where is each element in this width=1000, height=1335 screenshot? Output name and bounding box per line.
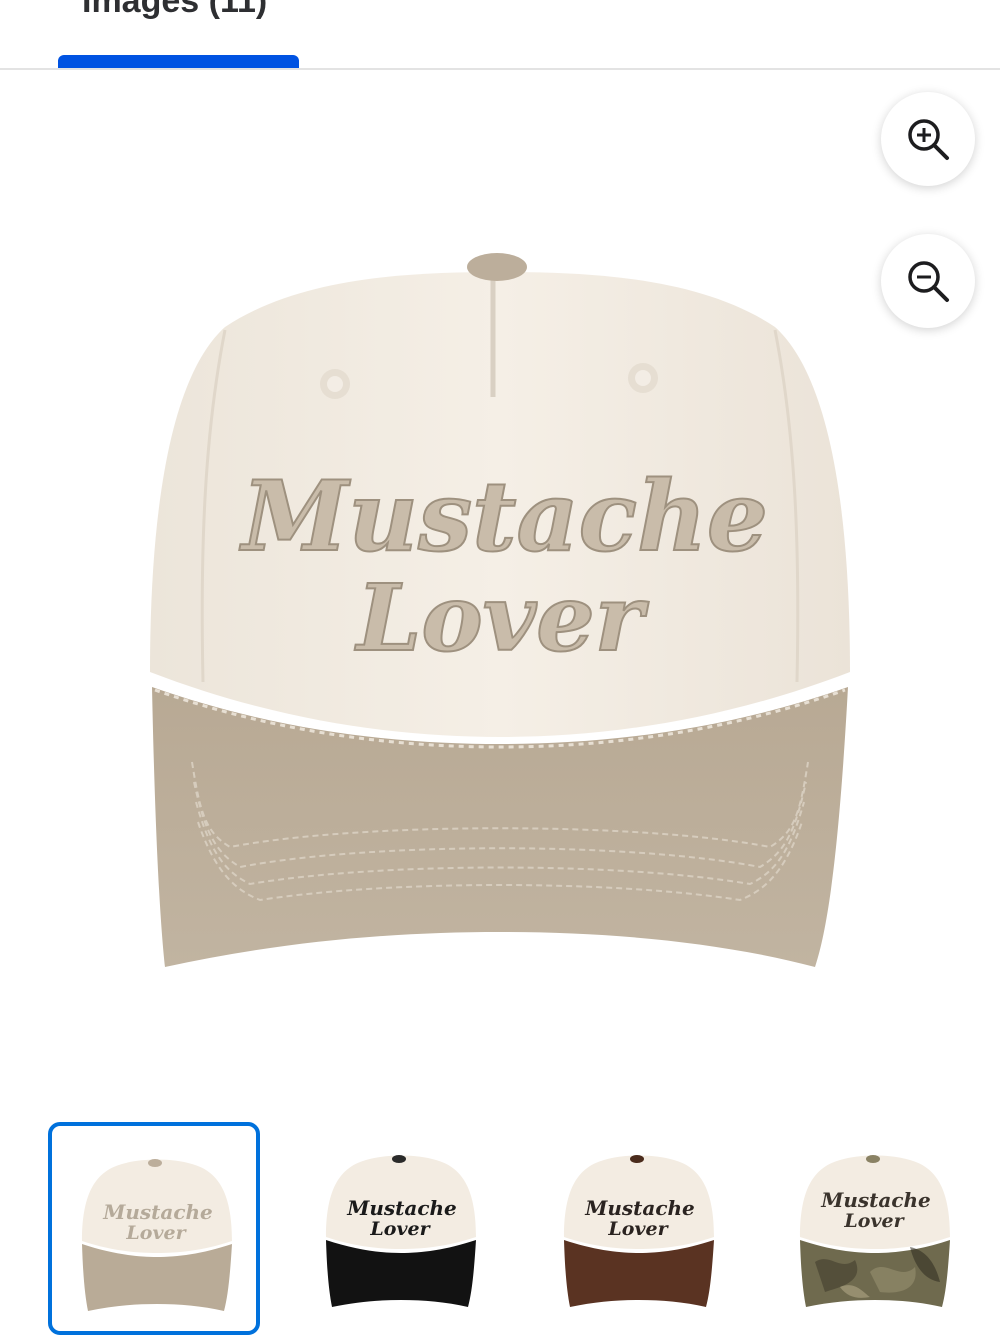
thumbnail-strip: Mustache Lover Mustache Lover Mustache L… xyxy=(0,1120,1000,1335)
zoom-in-icon xyxy=(908,119,949,160)
thumbnail-4[interactable]: Mustache Lover xyxy=(770,1122,982,1335)
thumbnail-4-image: Mustache Lover xyxy=(800,1155,950,1307)
thumbnail-1-line2: Lover xyxy=(125,1222,187,1244)
thumbnail-4-line1: Mustache xyxy=(820,1188,931,1212)
tab-active-indicator xyxy=(58,55,299,68)
thumbnail-3[interactable]: Mustache Lover xyxy=(534,1122,746,1335)
thumbnail-2-line2: Lover xyxy=(369,1218,431,1240)
embroidery-line1: Mustache xyxy=(239,460,768,573)
embroidery-line2: Lover xyxy=(354,564,650,672)
main-image-viewer[interactable]: Mustache Lover xyxy=(0,72,1000,1112)
tab-images[interactable]: Images (11) xyxy=(58,0,299,68)
thumbnail-1[interactable]: Mustache Lover xyxy=(48,1122,260,1335)
thumbnail-3-image: Mustache Lover xyxy=(564,1155,714,1307)
thumbnail-1-image: Mustache Lover xyxy=(82,1159,232,1311)
zoom-in-button[interactable] xyxy=(881,92,975,186)
zoom-out-icon xyxy=(908,261,949,302)
zoom-out-button[interactable] xyxy=(881,234,975,328)
thumbnail-3-line1: Mustache xyxy=(584,1196,695,1220)
thumbnail-2-image: Mustache Lover xyxy=(326,1155,476,1307)
thumbnail-3-line2: Lover xyxy=(607,1218,669,1240)
gallery-tabbar: Images (11) xyxy=(0,0,1000,70)
thumbnail-2-line1: Mustache xyxy=(346,1196,457,1220)
thumbnail-4-line2: Lover xyxy=(843,1210,905,1232)
main-product-image: Mustache Lover xyxy=(150,253,850,967)
thumbnail-1-line1: Mustache xyxy=(102,1200,213,1224)
tab-images-label: Images (11) xyxy=(82,0,268,20)
thumbnail-2[interactable]: Mustache Lover xyxy=(296,1122,508,1335)
